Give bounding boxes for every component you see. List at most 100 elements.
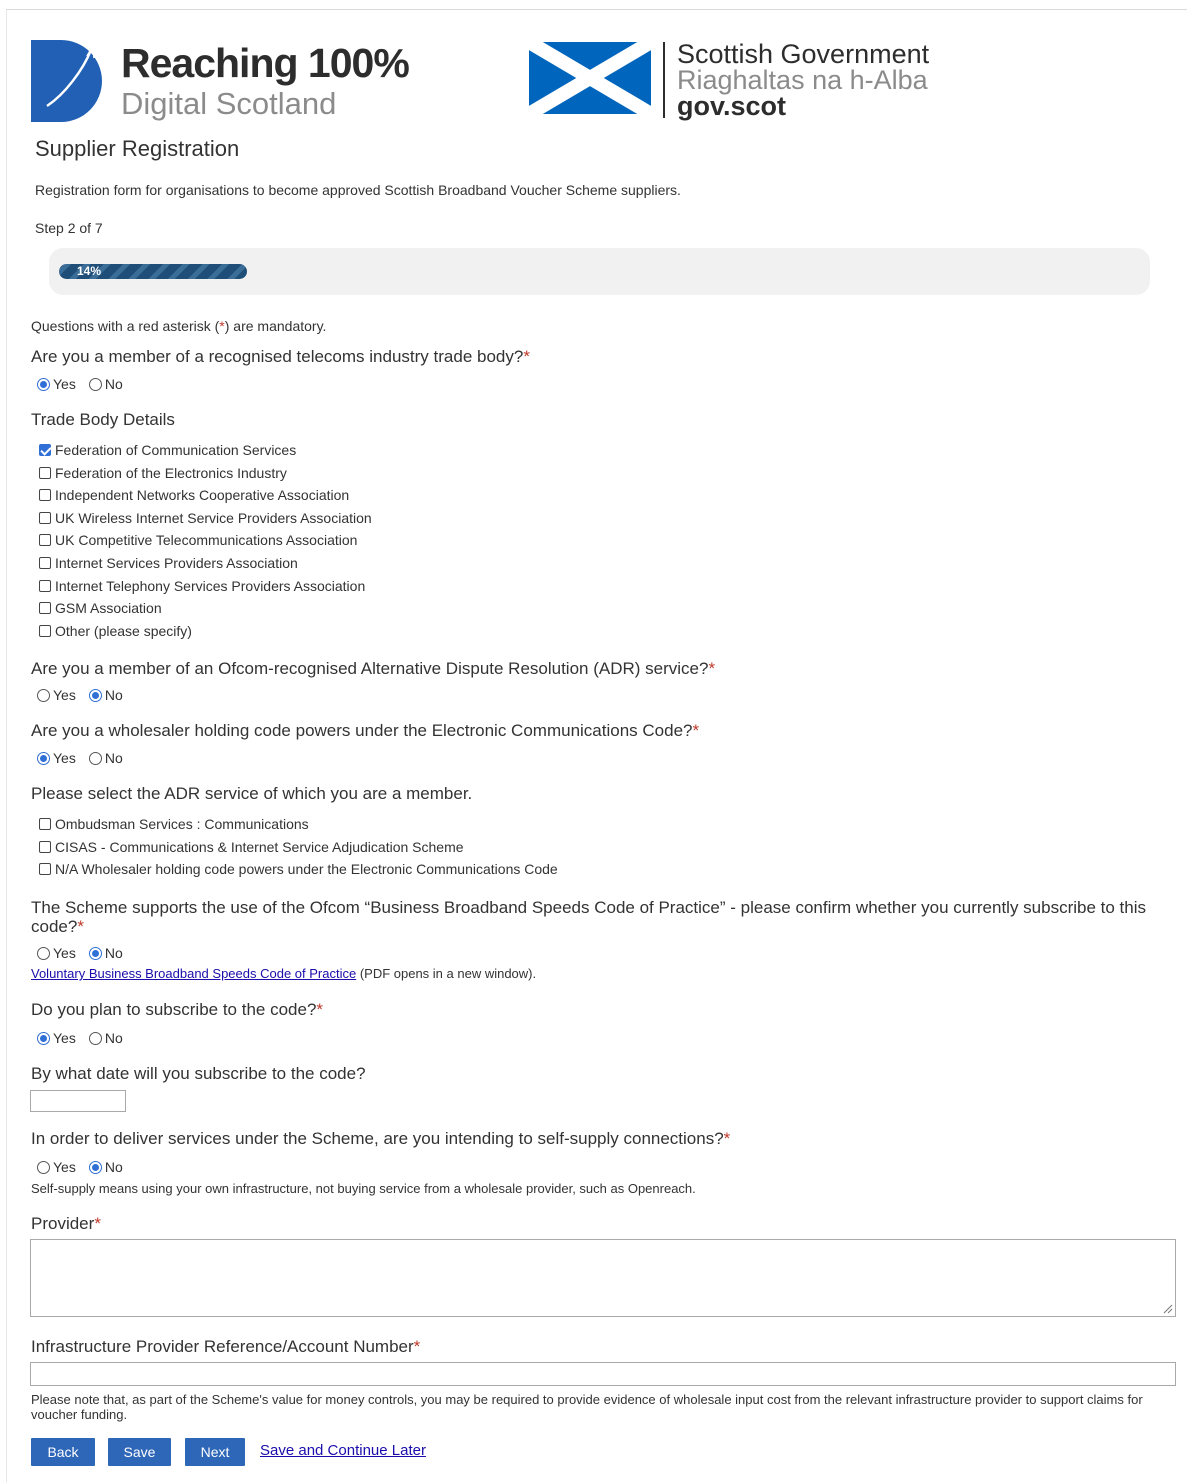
checkbox[interactable] [39, 840, 51, 853]
checkbox-row[interactable]: Federation of the Electronics Industry [39, 464, 287, 482]
infra-ref-label: Infrastructure Provider Reference/Accoun… [31, 1337, 420, 1357]
q7-radio-no[interactable] [88, 1160, 102, 1174]
q4-radio-label[interactable]: Yes [53, 945, 76, 961]
q7-radio-label[interactable]: No [105, 1159, 123, 1175]
checkbox-row[interactable]: UK Wireless Internet Service Providers A… [39, 509, 372, 527]
checkbox-row[interactable]: GSM Association [39, 599, 162, 617]
subscribe-date-input[interactable] [30, 1090, 126, 1112]
q5-radio-yes[interactable] [37, 1031, 50, 1045]
note-pre: Questions with a red asterisk ( [31, 318, 220, 334]
checkbox-row[interactable]: Federation of Communication Services [39, 441, 296, 459]
q2-text: Are you a member of an Ofcom-recognised … [31, 659, 709, 678]
checkbox[interactable] [39, 602, 51, 615]
checkbox-row[interactable]: Ombudsman Services : Communications [39, 815, 309, 833]
resize-handle-icon[interactable] [1161, 1302, 1173, 1314]
checkbox-label: Independent Networks Cooperative Associa… [55, 487, 350, 504]
checkbox[interactable] [39, 511, 51, 524]
checkbox[interactable] [39, 579, 51, 592]
q4-radio-label[interactable]: No [105, 945, 123, 961]
checkbox-row[interactable]: Internet Telephony Services Providers As… [39, 577, 365, 595]
sg-name-gaelic: Riaghaltas na h-Alba [677, 65, 928, 95]
q5-radio-label[interactable]: Yes [53, 1030, 76, 1046]
checkbox-row[interactable]: Internet Services Providers Association [39, 554, 298, 572]
checkbox[interactable] [39, 534, 51, 547]
note-post: ) are mandatory. [224, 318, 327, 334]
q1-text: Are you a member of a recognised telecom… [31, 347, 524, 366]
infra-label-text: Infrastructure Provider Reference/Accoun… [31, 1337, 414, 1356]
q2-radio-label[interactable]: No [105, 687, 123, 703]
required-asterisk: * [692, 721, 700, 740]
checkbox-label: GSM Association [55, 600, 162, 617]
q4-radio-yes[interactable] [37, 946, 50, 960]
q3-radio-group: Yes No [37, 749, 136, 767]
q5-radio-no[interactable] [88, 1031, 102, 1045]
speeds-code-link-row: Voluntary Business Broadband Speeds Code… [31, 966, 536, 981]
q7-radio-label[interactable]: Yes [53, 1159, 76, 1175]
q3-text: Are you a wholesaler holding code powers… [31, 721, 693, 740]
infra-ref-input[interactable] [30, 1362, 1176, 1386]
provider-label-text: Provider [31, 1214, 95, 1233]
checkbox[interactable] [39, 466, 51, 479]
scottish-government-logo: Scottish Government Riaghaltas na h-Alba… [529, 40, 969, 120]
checkbox-label: Federation of Communication Services [55, 442, 297, 458]
checkbox[interactable] [39, 489, 51, 502]
q3-radio-no[interactable] [88, 751, 102, 765]
checkbox[interactable] [39, 557, 51, 569]
q3-radio-label[interactable]: Yes [53, 750, 76, 766]
save-button[interactable]: Save [108, 1438, 171, 1466]
required-asterisk: * [523, 347, 530, 366]
q2-radio-label[interactable]: Yes [53, 687, 76, 703]
checkbox-label: UK Wireless Internet Service Providers A… [55, 509, 372, 526]
checkbox-row[interactable]: UK Competitive Telecommunications Associ… [39, 531, 357, 549]
trade-body-heading: Trade Body Details [31, 410, 175, 429]
progress-bar: 14% [59, 264, 247, 279]
checkbox-row[interactable]: Other (please specify) [39, 622, 192, 640]
progress-label: 14% [77, 264, 102, 278]
save-continue-later-link[interactable]: Save and Continue Later [260, 1442, 426, 1459]
step-indicator: Step 2 of 7 [35, 220, 103, 236]
checkbox-label: Internet Telephony Services Providers As… [55, 577, 366, 594]
checkbox[interactable] [39, 624, 51, 637]
checkbox-label: UK Competitive Telecommunications Associ… [55, 532, 358, 549]
pdf-note: (PDF opens in a new window). [356, 966, 537, 981]
progress-track: 14% [49, 248, 1150, 295]
q4-radio-no[interactable] [88, 946, 102, 960]
question-trade-body: Are you a member of a recognised telecom… [31, 347, 530, 367]
checkbox[interactable] [39, 818, 51, 830]
q1-radio-no[interactable] [88, 377, 102, 391]
next-button[interactable]: Next [185, 1438, 245, 1466]
q7-radio-group: Yes No [37, 1158, 136, 1176]
speeds-code-pdf-link[interactable]: Voluntary Business Broadband Speeds Code… [31, 966, 356, 981]
sg-domain: gov.scot [677, 91, 787, 121]
checkbox-row[interactable]: Independent Networks Cooperative Associa… [39, 486, 349, 504]
logo-divider [663, 42, 665, 118]
q5-text: Do you plan to subscribe to the code? [31, 1000, 317, 1019]
question-self-supply: In order to deliver services under the S… [31, 1129, 730, 1149]
page-intro: Registration form for organisations to b… [35, 182, 681, 198]
checkbox-label: N/A Wholesaler holding code powers under… [55, 861, 558, 878]
q7-text: In order to deliver services under the S… [31, 1129, 724, 1148]
question-plan-subscribe: Do you plan to subscribe to the code?* [31, 1000, 323, 1020]
required-asterisk: * [723, 1129, 731, 1148]
q4-radio-group: Yes No [37, 944, 136, 962]
q3-radio-yes[interactable] [37, 751, 50, 765]
q1-radio-label[interactable]: Yes [53, 376, 76, 392]
q5-radio-label[interactable]: No [105, 1030, 123, 1046]
q1-radio-yes[interactable] [37, 377, 50, 391]
q7-radio-yes[interactable] [37, 1160, 50, 1174]
back-button[interactable]: Back [31, 1438, 95, 1466]
q2-radio-no[interactable] [88, 688, 102, 702]
checkbox-row[interactable]: N/A Wholesaler holding code powers under… [39, 860, 558, 878]
reaching-100-logo: Reaching 100% Digital Scotland [31, 40, 431, 124]
question-speeds-code: The Scheme supports the use of the Ofcom… [31, 898, 1176, 936]
checkbox[interactable] [39, 444, 51, 456]
q4-text: The Scheme supports the use of the Ofcom… [31, 898, 1147, 936]
q1-radio-label[interactable]: No [105, 376, 123, 392]
checkbox-label: CISAS - Communications & Internet Servic… [55, 838, 464, 855]
checkbox-row[interactable]: CISAS - Communications & Internet Servic… [39, 838, 464, 856]
q3-radio-label[interactable]: No [105, 750, 123, 766]
required-asterisk: * [94, 1214, 101, 1233]
checkbox[interactable] [39, 863, 51, 876]
provider-textarea[interactable] [30, 1239, 1176, 1317]
q2-radio-yes[interactable] [37, 688, 50, 702]
